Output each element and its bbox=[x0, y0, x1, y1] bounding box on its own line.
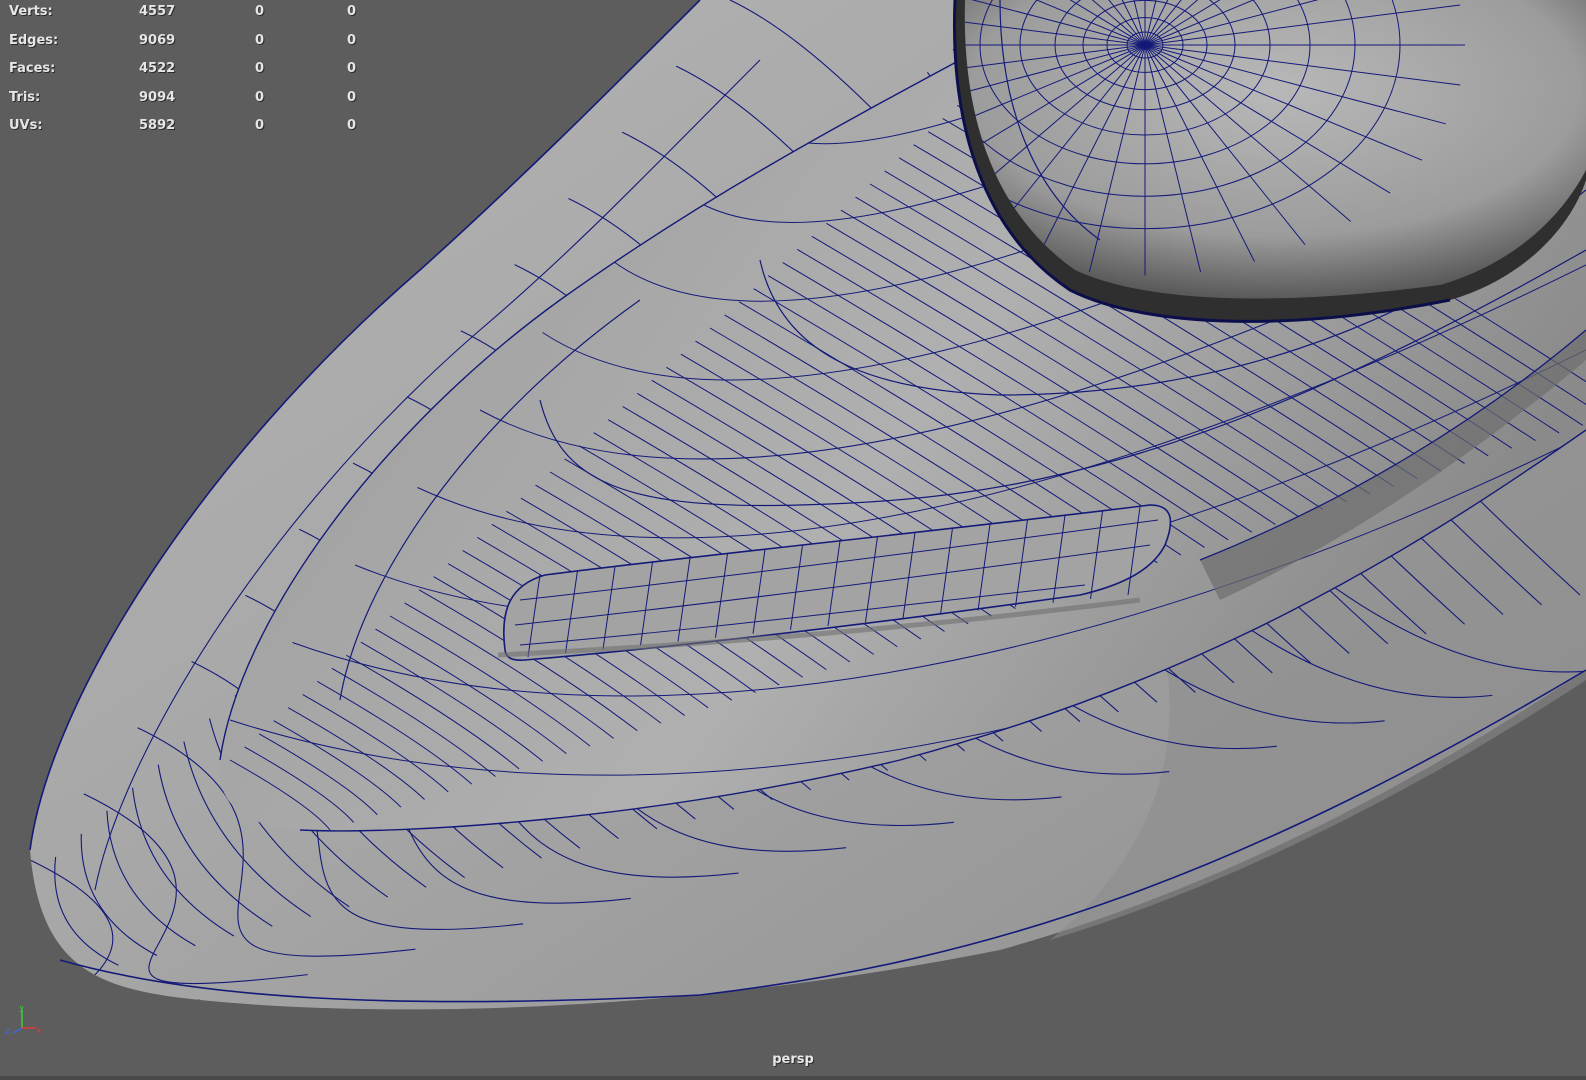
poly-count-total: 4522 bbox=[139, 61, 176, 76]
mesh-wireframe-model[interactable] bbox=[0, 0, 1586, 1080]
poly-count-selected: 0 bbox=[255, 61, 265, 76]
poly-count-label: Edges: bbox=[9, 32, 59, 48]
z-axis-line bbox=[12, 1027, 23, 1034]
x-axis-label: x bbox=[36, 1026, 42, 1036]
poly-count-total: 9094 bbox=[139, 89, 176, 105]
poly-count-selected-faces: 0 bbox=[347, 32, 357, 48]
poly-count-selected: 0 bbox=[255, 32, 265, 48]
poly-count-selected: 0 bbox=[255, 89, 265, 105]
poly-count-selected-faces: 0 bbox=[347, 118, 357, 133]
poly-count-label: Faces: bbox=[9, 61, 56, 76]
poly-count-total: 4557 bbox=[139, 4, 176, 19]
poly-count-selected-faces: 0 bbox=[347, 4, 357, 19]
y-axis-label: y bbox=[19, 1006, 25, 1013]
camera-name-label: persp bbox=[772, 1052, 814, 1067]
poly-count-selected-faces: 0 bbox=[347, 89, 357, 105]
poly-count-label: UVs: bbox=[9, 118, 43, 133]
3d-viewport[interactable]: Verts: 4557 0 0 Edges: 9069 0 0 Faces: 4… bbox=[0, 0, 1586, 1080]
poly-count-total: 5892 bbox=[139, 118, 176, 133]
poly-count-total: 9069 bbox=[139, 32, 176, 48]
view-axis-gizmo-icon: y z x bbox=[5, 1006, 42, 1037]
poly-count-label: Tris: bbox=[9, 89, 41, 105]
poly-count-selected: 0 bbox=[255, 4, 265, 19]
poly-count-selected: 0 bbox=[255, 118, 265, 133]
z-axis-label: z bbox=[5, 1027, 10, 1037]
poly-count-label: Verts: bbox=[9, 4, 53, 19]
viewport-bottom-border bbox=[0, 1076, 1586, 1080]
poly-count-selected-faces: 0 bbox=[347, 61, 357, 76]
